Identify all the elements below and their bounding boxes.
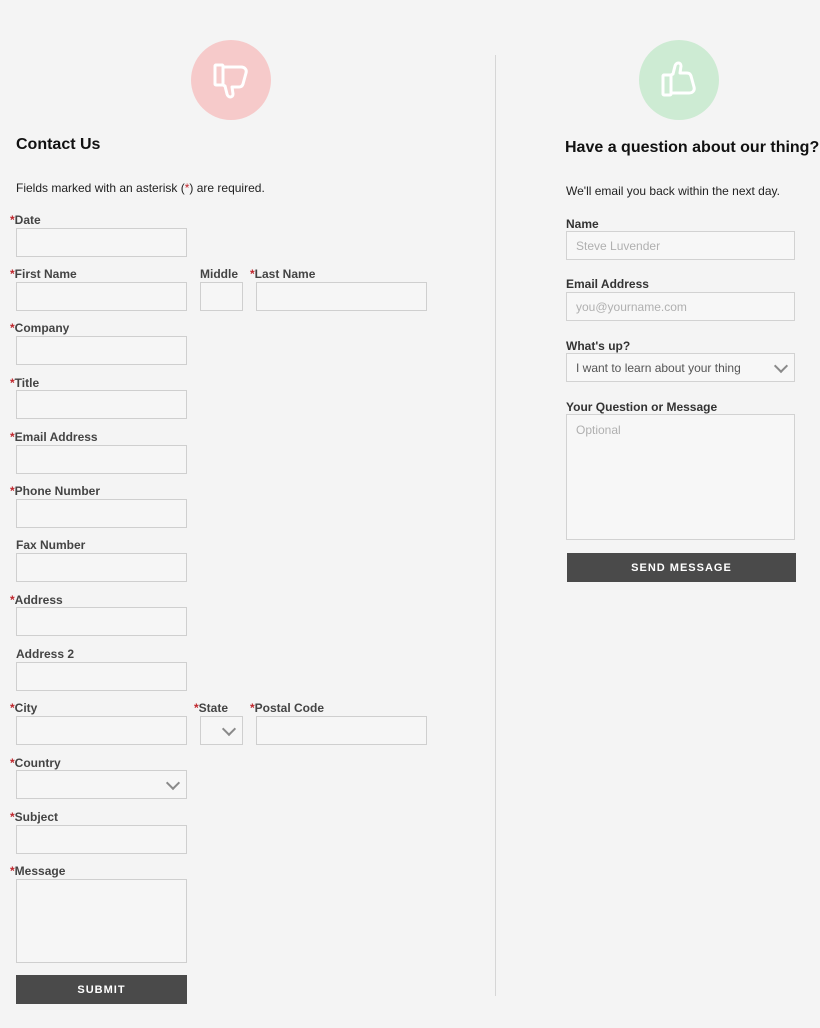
fax-label: Fax Number: [16, 538, 86, 552]
question-title: Have a question about our thing?: [565, 139, 820, 156]
required-note-text-before: Fields marked with an asterisk (: [16, 181, 185, 195]
thumbs-down-icon: [191, 40, 271, 120]
required-note-text-after: ) are required.: [189, 181, 265, 195]
thumbs-up-icon: [639, 40, 719, 120]
name-label: Name: [566, 217, 599, 231]
submit-button[interactable]: SUBMIT: [16, 975, 187, 1004]
email-address-label: Email Address: [566, 277, 649, 291]
email-label: *Email Address: [10, 430, 98, 444]
date-input[interactable]: [16, 228, 187, 257]
postal-code-input[interactable]: [256, 716, 427, 745]
subject-label: *Subject: [10, 810, 59, 824]
whatsup-selected-value: I want to learn about your thing: [576, 360, 741, 375]
address2-input[interactable]: [16, 662, 187, 691]
email-input[interactable]: [16, 445, 187, 474]
phone-label: *Phone Number: [10, 484, 101, 498]
city-input[interactable]: [16, 716, 187, 745]
state-label: *State: [194, 701, 229, 715]
middle-label: Middle: [200, 267, 238, 281]
title-input[interactable]: [16, 390, 187, 419]
subject-input[interactable]: [16, 825, 187, 854]
required-note: Fields marked with an asterisk (*) are r…: [16, 181, 265, 195]
whatsup-label: What's up?: [566, 339, 631, 353]
company-label: *Company: [10, 321, 70, 335]
chevron-down-icon: [165, 775, 181, 790]
first-name-input[interactable]: [16, 282, 187, 311]
last-name-input[interactable]: [256, 282, 427, 311]
chevron-down-icon: [221, 721, 237, 736]
question-message-label: Your Question or Message: [566, 400, 718, 414]
address-label: *Address: [10, 593, 63, 607]
date-label: *Date: [10, 213, 41, 227]
message-textarea[interactable]: [16, 879, 187, 963]
title-label: *Title: [10, 376, 40, 390]
middle-input[interactable]: [200, 282, 243, 311]
country-label: *Country: [10, 756, 61, 770]
chevron-down-icon: [773, 358, 789, 373]
fax-input[interactable]: [16, 553, 187, 582]
state-select[interactable]: [200, 716, 243, 745]
whatsup-select[interactable]: I want to learn about your thing: [566, 353, 795, 382]
company-input[interactable]: [16, 336, 187, 365]
city-label: *City: [10, 701, 38, 715]
contact-us-title: Contact Us: [16, 136, 101, 153]
send-message-button[interactable]: SEND MESSAGE: [567, 553, 796, 582]
first-name-label: *First Name: [10, 267, 77, 281]
reply-note: We'll email you back within the next day…: [566, 184, 780, 198]
phone-input[interactable]: [16, 499, 187, 528]
email-address-input[interactable]: you@yourname.com: [566, 292, 795, 321]
message-label: *Message: [10, 864, 66, 878]
last-name-label: *Last Name: [250, 267, 316, 281]
column-divider: [495, 55, 496, 996]
address2-label: Address 2: [16, 647, 75, 661]
question-message-textarea[interactable]: Optional: [566, 414, 795, 540]
postal-code-label: *Postal Code: [250, 701, 325, 715]
address-input[interactable]: [16, 607, 187, 636]
name-input[interactable]: Steve Luvender: [566, 231, 795, 260]
country-select[interactable]: [16, 770, 187, 799]
